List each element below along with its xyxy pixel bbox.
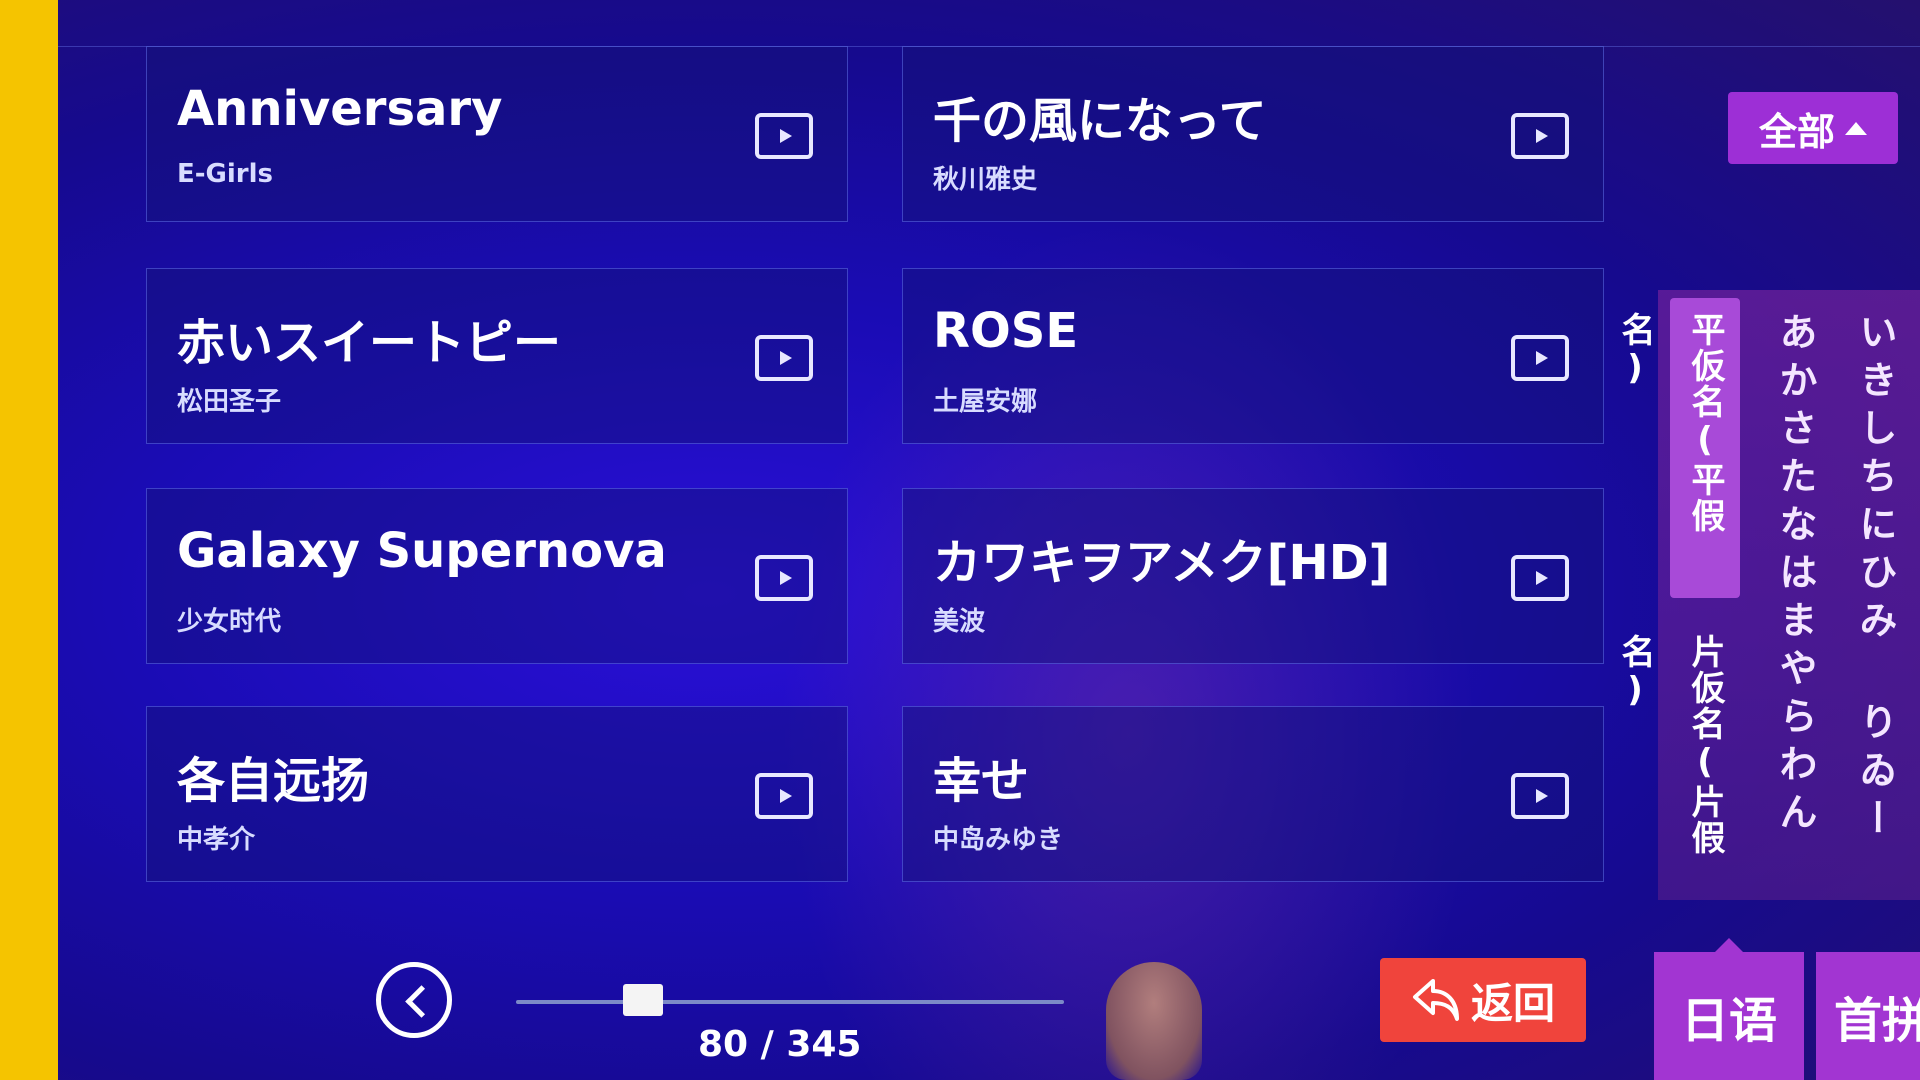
song-title: Galaxy Supernova	[177, 523, 667, 579]
tab-initials[interactable]: 首拼	[1816, 952, 1920, 1080]
song-artist: 少女时代	[177, 607, 282, 637]
song-card[interactable]: Galaxy Supernova 少女时代	[146, 488, 848, 664]
play-video-icon[interactable]	[755, 335, 813, 381]
song-card[interactable]: 赤いスイートピー松田圣子	[146, 268, 848, 444]
song-artist: 秋川雅史	[933, 165, 1038, 195]
play-video-icon[interactable]	[1511, 555, 1569, 601]
page-counter: 80 / 345	[698, 1024, 862, 1065]
play-video-icon[interactable]	[755, 113, 813, 159]
song-title: 赤いスイートピー	[177, 315, 562, 371]
page-slider[interactable]	[516, 984, 1064, 1016]
return-button[interactable]: 返回	[1380, 958, 1586, 1042]
play-video-icon[interactable]	[1511, 335, 1569, 381]
song-card[interactable]: 各自远扬 中孝介	[146, 706, 848, 882]
song-card[interactable]: カワキヲアメク[HD] 美波	[902, 488, 1604, 664]
filter-all-button[interactable]: 全部	[1728, 92, 1898, 164]
song-title: 幸せ	[933, 753, 1030, 809]
song-title: カワキヲアメク[HD]	[933, 535, 1391, 591]
page-slider-thumb[interactable]	[623, 984, 664, 1016]
song-card[interactable]: 千の風になって秋川雅史	[902, 46, 1604, 222]
return-arrow-icon	[1412, 979, 1459, 1021]
song-title: ROSE	[933, 303, 1079, 359]
song-artist: 中孝介	[177, 825, 256, 855]
song-artist: 松田圣子	[177, 387, 282, 417]
kana-index-panel: 平仮名(平假名) 片仮名(片假名) あかさたなはまやらわん いきしちにひみ りゐ…	[1615, 290, 1920, 900]
song-artist: E-Girls	[177, 159, 274, 189]
play-video-icon[interactable]	[1511, 113, 1569, 159]
tab-hiragana[interactable]: 平仮名(平假名)	[1615, 298, 1740, 598]
filter-label: 全部	[1758, 109, 1835, 154]
caret-up-icon	[1845, 121, 1867, 135]
category-tab-bar	[58, 0, 1920, 47]
finger-reflection	[1106, 962, 1202, 1080]
return-label: 返回	[1470, 978, 1555, 1028]
play-video-icon[interactable]	[755, 555, 813, 601]
ktv-song-screen: Anniversary E-Girls 千の風になって秋川雅史赤いスイートピー松田圣…	[58, 0, 1920, 1080]
song-card[interactable]: 幸せ 中岛みゆき	[902, 706, 1604, 882]
song-title: 千の風になって	[933, 93, 1267, 149]
song-artist: 中岛みゆき	[933, 825, 1064, 855]
kana-column-a-row[interactable]: あかさたなはまやらわん	[1760, 312, 1830, 840]
song-card[interactable]: Anniversary E-Girls	[146, 46, 848, 222]
tab-katakana[interactable]: 片仮名(片假名)	[1615, 620, 1740, 900]
song-artist: 美波	[933, 607, 986, 637]
song-artist: 土屋安娜	[933, 387, 1038, 417]
tab-japanese[interactable]: 日语	[1654, 938, 1804, 1080]
song-card[interactable]: ROSE 土屋安娜	[902, 268, 1604, 444]
song-title: 各自远扬	[177, 753, 370, 809]
song-title: Anniversary	[177, 81, 503, 137]
kana-column-i-row[interactable]: いきしちにひみ りゐー	[1840, 312, 1910, 846]
play-video-icon[interactable]	[755, 773, 813, 819]
play-video-icon[interactable]	[1511, 773, 1569, 819]
prev-page-icon[interactable]	[376, 962, 452, 1038]
